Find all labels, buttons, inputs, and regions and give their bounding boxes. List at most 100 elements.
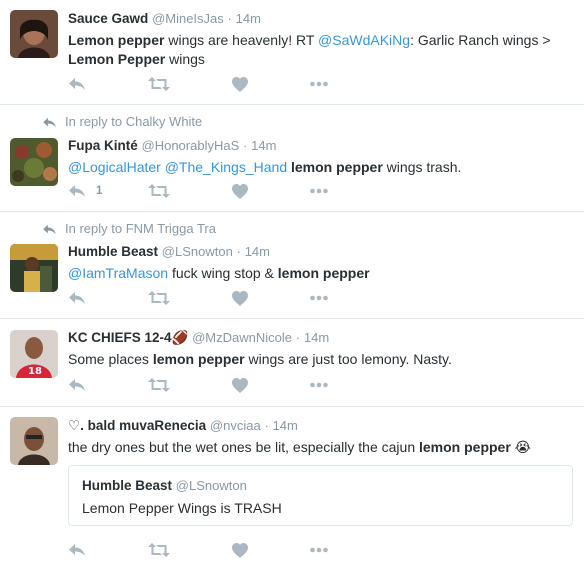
highlight: lemon pepper (277, 265, 370, 281)
tweet[interactable]: In reply to Chalky White Fupa Kinté @Hon… (0, 105, 584, 212)
retweet-icon (148, 543, 170, 557)
heart-icon (232, 542, 248, 558)
quoted-tweet[interactable]: Humble Beast @LSnowton Lemon Pepper Wing… (68, 465, 573, 526)
tweet-text: Lemon pepper wings are heavenly! RT @SaW… (68, 31, 574, 69)
reply-icon (43, 224, 56, 235)
football-emoji: 🏈 (171, 330, 189, 345)
timestamp[interactable]: 14m (236, 11, 261, 26)
username[interactable]: @HonorablyHaS (142, 138, 240, 153)
separator-dot: · (243, 138, 248, 153)
username[interactable]: @LSnowton (162, 244, 233, 259)
svg-text:18: 18 (28, 366, 42, 377)
reply-button[interactable] (68, 288, 86, 308)
highlight: lemon pepper (152, 351, 245, 367)
heart-icon (232, 377, 248, 393)
text-segment: Some places (68, 351, 153, 367)
highlight: lemon pepper (419, 439, 511, 455)
text-segment: : Garlic Ranch wings > (410, 32, 551, 48)
timestamp[interactable]: 14m (251, 138, 276, 153)
avatar[interactable] (10, 244, 58, 292)
display-name[interactable]: ♡. bald muvaRenecia (68, 418, 206, 433)
tweet-header: Humble Beast @LSnowton · 14m (68, 243, 574, 261)
tweet[interactable]: 18 KC CHIEFS 12-4🏈 @MzDawnNicole · 14m S… (0, 319, 584, 407)
more-button[interactable] (310, 540, 328, 560)
timestamp[interactable]: 14m (273, 418, 298, 433)
more-icon (310, 81, 328, 87)
tweet-text: Some places lemon pepper wings are just … (68, 350, 574, 369)
avatar[interactable] (10, 10, 58, 58)
timestamp[interactable]: 14m (304, 330, 329, 345)
retweet-button[interactable] (148, 74, 170, 94)
like-button[interactable] (232, 375, 248, 395)
retweet-icon (148, 291, 170, 305)
reply-icon (69, 185, 85, 197)
mention-link[interactable]: @The_Kings_Hand (165, 159, 287, 175)
reply-button[interactable] (68, 74, 86, 94)
tweet[interactable]: Sauce Gawd @MineIsJas · 14m Lemon pepper… (0, 0, 584, 105)
more-icon (310, 547, 328, 553)
tweet-text: @LogicalHater @The_Kings_Hand lemon pepp… (68, 158, 574, 177)
username[interactable]: @MineIsJas (152, 11, 224, 26)
mention-link[interactable]: @SaWdAKiNg (318, 32, 410, 48)
retweet-button[interactable] (148, 181, 170, 201)
avatar[interactable] (10, 417, 58, 465)
username[interactable]: @nvciaa (210, 418, 261, 433)
retweet-icon (148, 77, 170, 91)
like-button[interactable] (232, 540, 248, 560)
display-name[interactable]: Sauce Gawd (68, 11, 148, 26)
more-icon (310, 382, 328, 388)
reply-context-text[interactable]: In reply to FNM Trigga Tra (65, 221, 216, 236)
highlight: Lemon pepper (68, 32, 165, 48)
reply-button[interactable]: 1 (68, 181, 102, 201)
like-button[interactable] (232, 288, 248, 308)
reply-context[interactable]: In reply to Chalky White (42, 114, 202, 129)
mention-link[interactable]: @IamTraMason (68, 265, 168, 281)
crying-emoji: 😭 (510, 439, 532, 455)
timestamp[interactable]: 14m (245, 244, 270, 259)
tweet[interactable]: ♡. bald muvaRenecia @nvciaa · 14m the dr… (0, 407, 584, 577)
tweet-actions (68, 375, 368, 395)
text-segment: fuck wing stop & (168, 265, 278, 281)
reply-icon (69, 292, 85, 304)
avatar[interactable] (10, 138, 58, 186)
display-name[interactable]: Fupa Kinté (68, 138, 138, 153)
tweet-header: Sauce Gawd @MineIsJas · 14m (68, 10, 574, 28)
retweet-icon (148, 184, 170, 198)
like-button[interactable] (232, 181, 248, 201)
username[interactable]: @MzDawnNicole (192, 330, 292, 345)
quoted-tweet-text: Lemon Pepper Wings is TRASH (82, 500, 282, 516)
highlight: lemon pepper (291, 159, 383, 175)
display-name[interactable]: KC CHIEFS 12-4 (68, 330, 172, 345)
more-button[interactable] (310, 375, 328, 395)
reply-button[interactable] (68, 540, 86, 560)
avatar[interactable]: 18 (10, 330, 58, 378)
text-segment: wings trash. (382, 159, 462, 175)
reply-icon (69, 78, 85, 90)
retweet-button[interactable] (148, 288, 170, 308)
more-icon (310, 188, 328, 194)
more-button[interactable] (310, 181, 328, 201)
tweet-text: @IamTraMason fuck wing stop & lemon pepp… (68, 264, 574, 283)
quoted-tweet-header: Humble Beast @LSnowton (82, 478, 247, 493)
reply-count: 1 (96, 185, 103, 197)
quoted-display-name: Humble Beast (82, 478, 173, 493)
reply-button[interactable] (68, 375, 86, 395)
tweet-header: Fupa Kinté @HonorablyHaS · 14m (68, 137, 574, 155)
mention-link[interactable]: @LogicalHater (68, 159, 161, 175)
tweet-actions (68, 540, 368, 560)
separator-dot: · (295, 330, 301, 345)
display-name[interactable]: Humble Beast (68, 244, 158, 259)
reply-icon (69, 544, 85, 556)
more-button[interactable] (310, 288, 328, 308)
like-button[interactable] (232, 74, 248, 94)
reply-icon (69, 379, 85, 391)
retweet-button[interactable] (148, 375, 170, 395)
tweet[interactable]: In reply to FNM Trigga Tra Humble Beast … (0, 212, 584, 319)
more-button[interactable] (310, 74, 328, 94)
tweet-actions (68, 74, 368, 94)
reply-context[interactable]: In reply to FNM Trigga Tra (42, 221, 216, 236)
tweet-actions (68, 288, 368, 308)
retweet-button[interactable] (148, 540, 170, 560)
quoted-username: @LSnowton (175, 478, 247, 493)
reply-context-text[interactable]: In reply to Chalky White (65, 114, 202, 129)
